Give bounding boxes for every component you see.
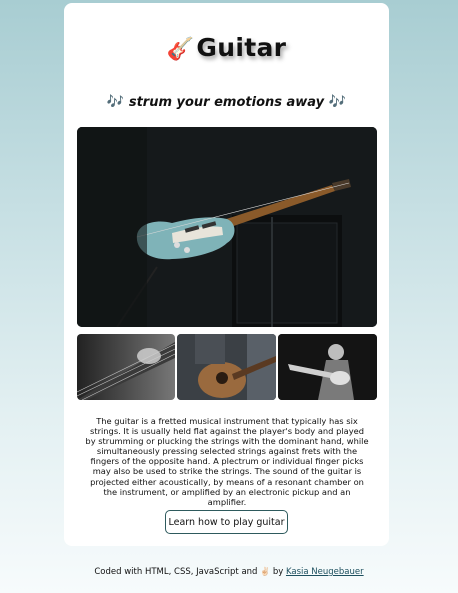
title-text: Guitar — [196, 33, 287, 62]
hero-image — [77, 127, 377, 327]
guitar-description: The guitar is a fretted musical instrume… — [85, 416, 369, 507]
music-note-icon: 🎶 — [106, 94, 125, 110]
tagline-text: strum your emotions away — [128, 95, 325, 110]
guitar-emoji-icon: 🎸 — [166, 37, 195, 62]
learn-guitar-button[interactable]: Learn how to play guitar — [165, 510, 288, 534]
music-note-icon: 🎶 — [328, 94, 347, 110]
thumbnail-gallery — [77, 334, 377, 400]
page-title: 🎸Guitar — [64, 33, 389, 62]
victory-hand-icon: ✌🏻 — [260, 567, 271, 576]
footer: Coded with HTML, CSS, JavaScript and ✌🏻 … — [0, 567, 458, 577]
acoustic-guitar-player-photo — [177, 334, 276, 400]
content-card: 🎸Guitar 🎶 strum your emotions away 🎶 The… — [64, 3, 389, 546]
electric-guitar-photo — [77, 127, 377, 327]
tagline: 🎶 strum your emotions away 🎶 — [64, 94, 389, 110]
guitar-neck-photo — [77, 334, 175, 400]
author-link[interactable]: Kasia Neugebauer — [286, 567, 364, 577]
guitarist-performing-photo — [278, 334, 377, 400]
footer-text: Coded with HTML, CSS, JavaScript and — [94, 567, 258, 577]
footer-by: by — [272, 567, 284, 577]
